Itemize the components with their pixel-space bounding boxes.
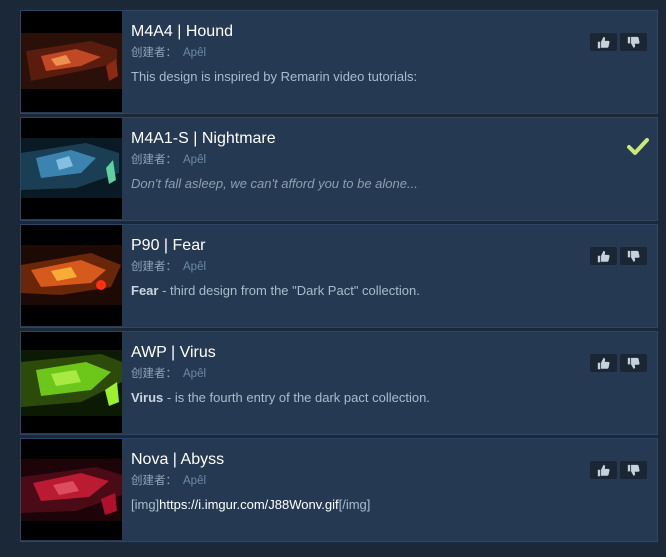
vote-up-button[interactable] <box>590 354 617 372</box>
item-creator: 创建者： Apêl <box>131 472 206 488</box>
vote-buttons <box>590 461 647 479</box>
vote-buttons <box>590 33 647 51</box>
thumbs-up-icon <box>597 464 610 476</box>
item-description: Fear - third design from the "Dark Pact"… <box>131 283 420 298</box>
description-bold: Fear <box>131 283 159 298</box>
item-thumbnail[interactable] <box>21 439 122 540</box>
vote-down-button[interactable] <box>620 247 647 265</box>
item-thumbnail[interactable] <box>21 225 122 326</box>
thumbs-up-icon <box>597 250 610 262</box>
vote-down-button[interactable] <box>620 354 647 372</box>
item-description: Don't fall asleep, we can't afford you t… <box>131 176 418 191</box>
thumbs-down-icon <box>627 464 640 476</box>
item-description: This design is inspired by Remarin video… <box>131 69 418 84</box>
description-tag-open: [img] <box>131 497 160 512</box>
description-bold: Virus <box>131 390 164 405</box>
creator-name[interactable]: Apêl <box>183 368 206 380</box>
description-link[interactable]: https://i.imgur.com/J88Wonv.gif <box>159 497 338 512</box>
vote-buttons <box>590 354 647 372</box>
thumbs-up-icon <box>597 36 610 48</box>
creator-label: 创建者： <box>131 475 177 487</box>
creator-label: 创建者： <box>131 261 177 273</box>
creator-name[interactable]: Apêl <box>183 154 206 166</box>
item-title[interactable]: M4A4 | Hound <box>131 23 233 41</box>
creator-name[interactable]: Apêl <box>183 47 206 59</box>
vote-down-button[interactable] <box>620 33 647 51</box>
creator-label: 创建者： <box>131 154 177 166</box>
vote-up-button[interactable] <box>590 33 617 51</box>
description-text: - third design from the "Dark Pact" coll… <box>158 283 420 298</box>
item-title[interactable]: AWP | Virus <box>131 344 216 362</box>
item-thumbnail[interactable] <box>21 332 122 433</box>
workshop-item[interactable]: M4A4 | Hound 创建者： Apêl This design is ins… <box>20 10 658 114</box>
description-text: - is the fourth entry of the dark pact c… <box>163 390 430 405</box>
workshop-item[interactable]: M4A1-S | Nightmare 创建者： Apêl Don't fall a… <box>20 117 658 221</box>
workshop-item[interactable]: Nova | Abyss 创建者： Apêl [img]https://i.img… <box>20 438 658 542</box>
thumbs-down-icon <box>627 250 640 262</box>
item-creator: 创建者： Apêl <box>131 44 206 60</box>
item-creator: 创建者： Apêl <box>131 365 206 381</box>
thumbs-up-icon <box>597 357 610 369</box>
creator-label: 创建者： <box>131 47 177 59</box>
workshop-item[interactable]: P90 | Fear 创建者： Apêl Fear - third design … <box>20 224 658 328</box>
creator-name[interactable]: Apêl <box>183 261 206 273</box>
thumbs-down-icon <box>627 36 640 48</box>
creator-name[interactable]: Apêl <box>183 475 206 487</box>
item-thumbnail[interactable] <box>21 118 122 219</box>
item-description: [img]https://i.imgur.com/J88Wonv.gif[/im… <box>131 497 370 512</box>
item-title[interactable]: Nova | Abyss <box>131 451 224 469</box>
item-creator: 创建者： Apêl <box>131 151 206 167</box>
workshop-item-list: M4A4 | Hound 创建者： Apêl This design is ins… <box>20 10 658 545</box>
thumbs-down-icon <box>627 357 640 369</box>
item-thumbnail[interactable] <box>21 11 122 112</box>
vote-buttons <box>590 247 647 265</box>
check-icon <box>627 138 649 155</box>
item-description: Virus - is the fourth entry of the dark … <box>131 390 430 405</box>
vote-up-button[interactable] <box>590 247 617 265</box>
description-tag-close: [/img] <box>338 497 371 512</box>
item-title[interactable]: P90 | Fear <box>131 237 205 255</box>
vote-up-button[interactable] <box>590 461 617 479</box>
creator-label: 创建者： <box>131 368 177 380</box>
item-creator: 创建者： Apêl <box>131 258 206 274</box>
workshop-item[interactable]: AWP | Virus 创建者： Apêl Virus - is the four… <box>20 331 658 435</box>
item-title[interactable]: M4A1-S | Nightmare <box>131 130 276 148</box>
vote-down-button[interactable] <box>620 461 647 479</box>
